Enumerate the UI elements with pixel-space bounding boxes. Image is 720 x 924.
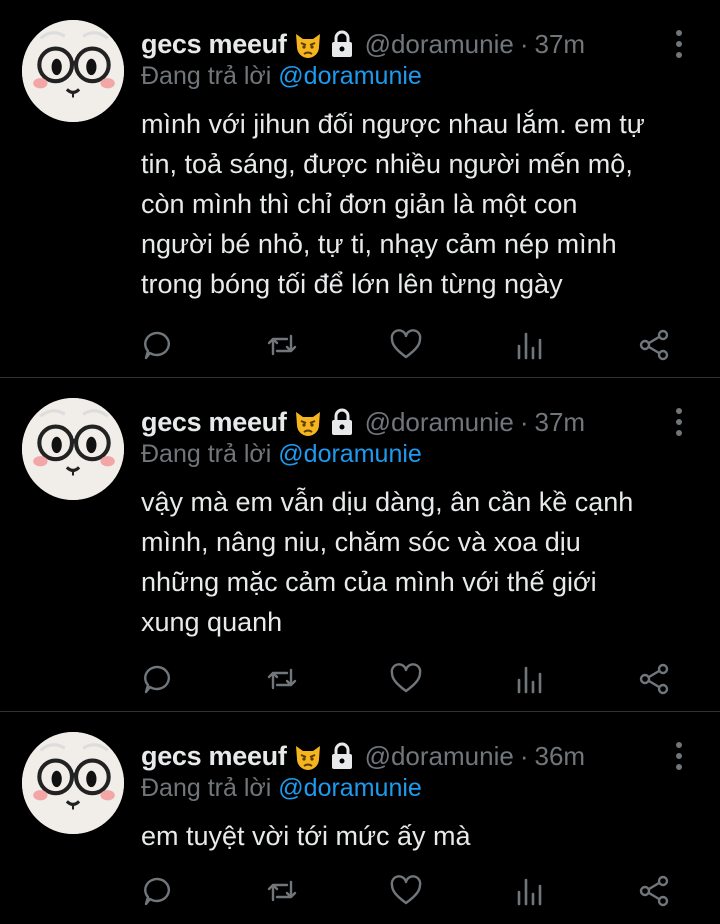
tweet-header: gecs meeuf @doramunie · 37m <box>141 24 660 64</box>
reply-mention-link[interactable]: @doramunie <box>278 440 422 468</box>
more-vertical-icon[interactable] <box>672 30 686 58</box>
tweet-text: vậy mà em vẫn dịu dàng, ân cần kề cạnh m… <box>141 482 686 642</box>
separator: · <box>519 28 529 59</box>
avatar[interactable] <box>22 398 124 500</box>
tweet-actions <box>141 328 681 364</box>
cat-with-glasses-avatar-icon <box>22 398 124 500</box>
tweet-text-line: em tuyệt vời tới mức ấy mà <box>141 821 471 851</box>
pouting-cat-emoji-icon <box>295 412 320 436</box>
more-vertical-icon[interactable] <box>672 742 686 770</box>
avatar[interactable] <box>22 732 124 834</box>
pouting-cat-emoji-icon <box>295 746 320 770</box>
tweet-text-line: trong bóng tối để lớn lên từng ngày <box>141 269 563 299</box>
lock-icon <box>331 408 352 435</box>
replying-prefix: Đang trả lời <box>141 440 272 468</box>
tweet-text-line: người bé nhỏ, tự ti, nhạy cảm nép mình <box>141 229 617 259</box>
tweet-header: gecs meeuf @doramunie · 36m <box>141 736 660 776</box>
share-icon[interactable] <box>637 662 671 696</box>
tweet-actions <box>141 662 681 698</box>
reply-mention-link[interactable]: @doramunie <box>278 62 422 90</box>
pouting-cat-emoji-icon <box>295 34 320 58</box>
reply-icon[interactable] <box>141 874 175 908</box>
handle[interactable]: @doramunie <box>365 29 514 60</box>
share-icon[interactable] <box>637 328 671 362</box>
like-icon[interactable] <box>389 874 423 908</box>
tweet[interactable]: gecs meeuf @doramunie · 37m Đang trả lời… <box>0 378 720 712</box>
replying-to: Đang trả lời @doramunie <box>141 774 422 803</box>
retweet-icon[interactable] <box>265 328 299 362</box>
handle[interactable]: @doramunie <box>365 407 514 438</box>
replying-prefix: Đang trả lời <box>141 774 272 802</box>
tweet-text: em tuyệt vời tới mức ấy mà <box>141 816 686 856</box>
tweet[interactable]: gecs meeuf @doramunie · 37m Đang trả lời… <box>0 0 720 378</box>
retweet-icon[interactable] <box>265 874 299 908</box>
tweet[interactable]: gecs meeuf @doramunie · 36m Đang trả lời… <box>0 712 720 924</box>
tweet-text-line: tin, toả sáng, được nhiều người mến mộ, <box>141 149 633 179</box>
handle[interactable]: @doramunie <box>365 741 514 772</box>
timestamp[interactable]: 37m <box>535 29 586 60</box>
tweet-text-line: mình với jihun đối ngược nhau lắm. em tự <box>141 109 645 139</box>
replying-to: Đang trả lời @doramunie <box>141 62 422 91</box>
cat-with-glasses-avatar-icon <box>22 732 124 834</box>
more-vertical-icon[interactable] <box>672 408 686 436</box>
tweet-header: gecs meeuf @doramunie · 37m <box>141 402 660 442</box>
tweet-actions <box>141 874 681 910</box>
cat-with-glasses-avatar-icon <box>22 20 124 122</box>
timestamp[interactable]: 36m <box>535 741 586 772</box>
retweet-icon[interactable] <box>265 662 299 696</box>
reply-icon[interactable] <box>141 328 175 362</box>
timestamp[interactable]: 37m <box>535 407 586 438</box>
display-name[interactable]: gecs meeuf <box>141 407 287 438</box>
separator: · <box>519 740 529 771</box>
lock-icon <box>331 30 352 57</box>
like-icon[interactable] <box>389 662 423 696</box>
reply-icon[interactable] <box>141 662 175 696</box>
reply-mention-link[interactable]: @doramunie <box>278 774 422 802</box>
timeline: gecs meeuf @doramunie · 37m Đang trả lời… <box>0 0 720 924</box>
views-icon[interactable] <box>513 328 547 362</box>
separator: · <box>519 406 529 437</box>
views-icon[interactable] <box>513 662 547 696</box>
views-icon[interactable] <box>513 874 547 908</box>
display-name[interactable]: gecs meeuf <box>141 29 287 60</box>
tweet-text-line: mình, nâng niu, chăm sóc và xoa dịu <box>141 527 581 557</box>
lock-icon <box>331 742 352 769</box>
replying-to: Đang trả lời @doramunie <box>141 440 422 469</box>
replying-prefix: Đang trả lời <box>141 62 272 90</box>
display-name[interactable]: gecs meeuf <box>141 741 287 772</box>
tweet-text-line: còn mình thì chỉ đơn giản là một con <box>141 189 578 219</box>
tweet-text-line: xung quanh <box>141 607 283 637</box>
tweet-text-line: vậy mà em vẫn dịu dàng, ân cần kề cạnh <box>141 487 634 517</box>
avatar[interactable] <box>22 20 124 122</box>
share-icon[interactable] <box>637 874 671 908</box>
like-icon[interactable] <box>389 328 423 362</box>
tweet-text: mình với jihun đối ngược nhau lắm. em tự… <box>141 104 686 304</box>
tweet-text-line: những mặc cảm của mình với thế giới <box>141 567 597 597</box>
